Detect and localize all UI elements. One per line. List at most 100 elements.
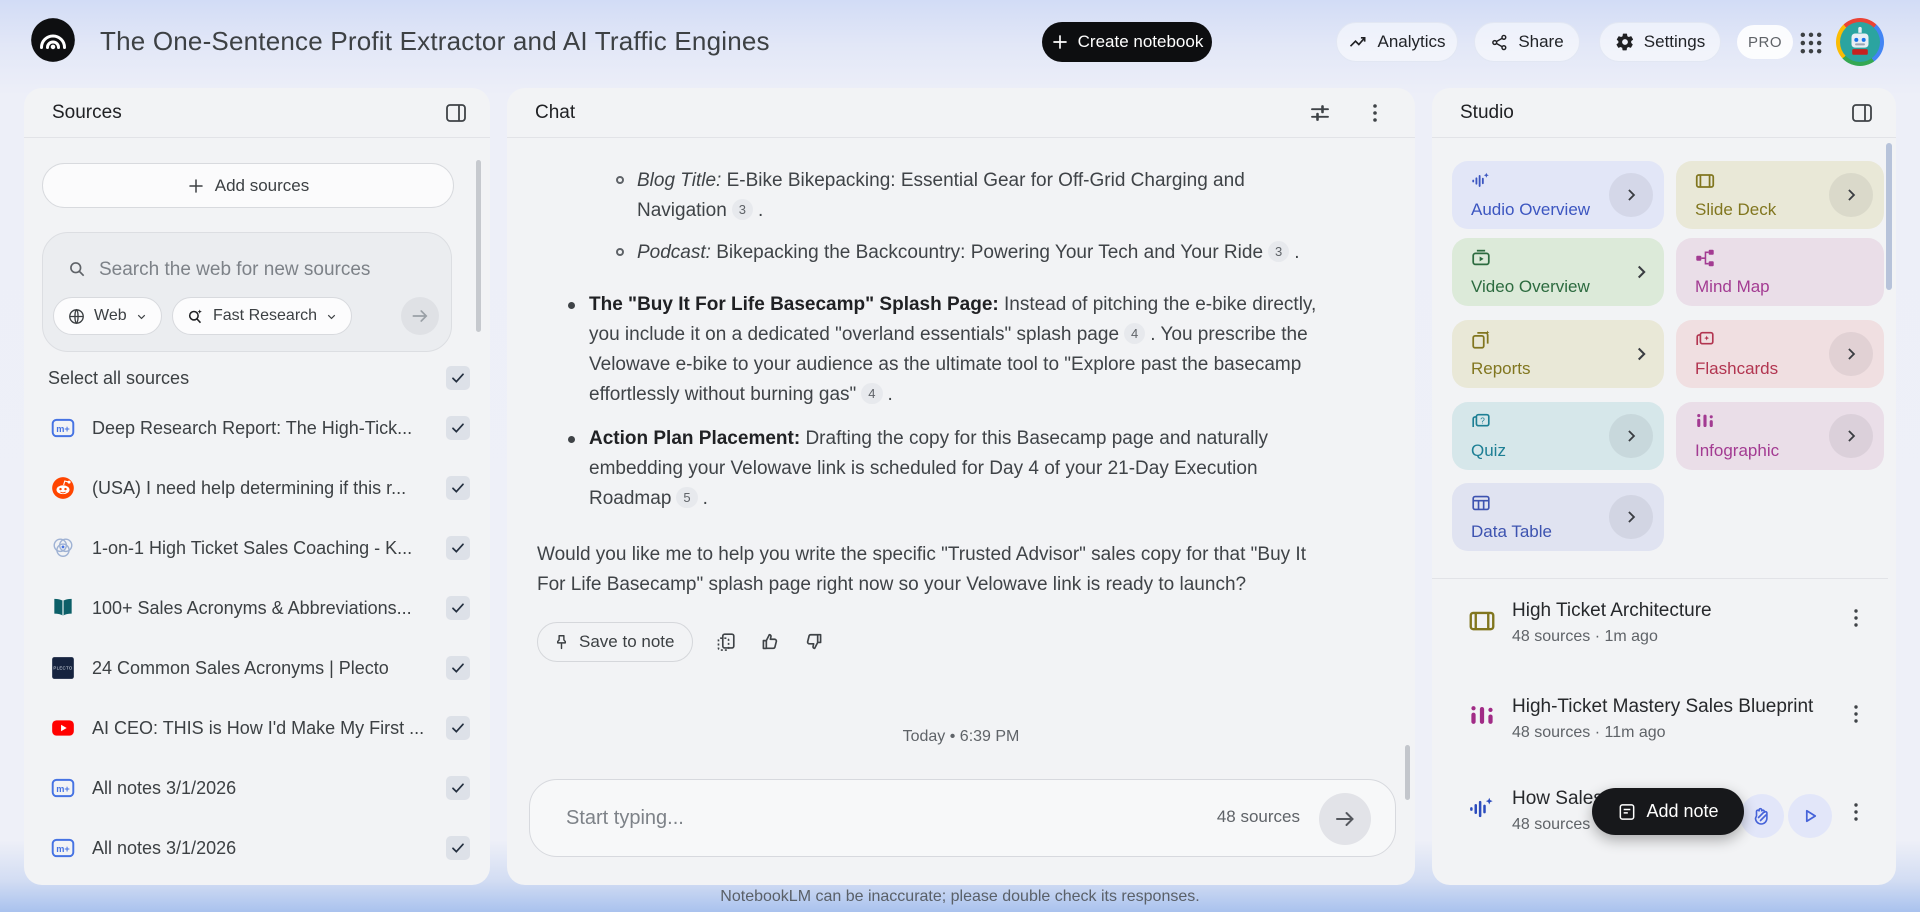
- user-avatar[interactable]: [1836, 18, 1884, 66]
- sources-panel: Sources Add sources Search the web for n…: [24, 88, 490, 885]
- reddit-icon: [50, 475, 76, 501]
- search-submit-button[interactable]: [401, 297, 439, 335]
- add-note-button[interactable]: Add note: [1592, 788, 1744, 835]
- citation-chip[interactable]: 3: [1268, 241, 1290, 262]
- plus-icon: [187, 177, 205, 195]
- flashcards-icon: [1694, 329, 1716, 351]
- source-checkbox[interactable]: [446, 476, 470, 500]
- sub-bullet-text: Podcast: Bikepacking the Backcountry: Po…: [637, 241, 1300, 263]
- audio-waveform-icon: [1470, 170, 1492, 192]
- pin-icon: [552, 633, 571, 652]
- collapse-panel-icon[interactable]: [1850, 101, 1874, 125]
- select-all-row: Select all sources: [48, 366, 470, 390]
- create-notebook-button[interactable]: Create notebook: [1042, 22, 1212, 62]
- collapse-panel-icon[interactable]: [444, 101, 468, 125]
- tile-audio-overview[interactable]: Audio Overview: [1452, 161, 1664, 229]
- chevron-right-icon[interactable]: [1829, 173, 1873, 217]
- tile-video-overview[interactable]: Video Overview: [1452, 238, 1664, 306]
- play-audio-button[interactable]: [1788, 794, 1832, 838]
- source-row[interactable]: m+ Deep Research Report: The High-Tick..…: [24, 398, 490, 458]
- svg-text:PLECTO: PLECTO: [53, 666, 72, 671]
- plecto-icon: PLECTO: [50, 655, 76, 681]
- source-row[interactable]: (USA) I need help determining if this r.…: [24, 458, 490, 518]
- citation-chip[interactable]: 4: [861, 383, 883, 404]
- sources-scrollbar[interactable]: [476, 160, 481, 332]
- source-checkbox[interactable]: [446, 776, 470, 800]
- source-checkbox[interactable]: [446, 656, 470, 680]
- source-checkbox[interactable]: [446, 536, 470, 560]
- play-icon: [1799, 805, 1821, 827]
- chevron-right-icon[interactable]: [1609, 414, 1653, 458]
- chevron-right-icon[interactable]: [1630, 261, 1652, 283]
- tile-flashcards[interactable]: Flashcards: [1676, 320, 1884, 388]
- quiz-icon: ?: [1470, 411, 1492, 433]
- share-icon: [1490, 33, 1509, 52]
- save-to-note-button[interactable]: Save to note: [537, 622, 694, 662]
- tile-data-table[interactable]: Data Table: [1452, 483, 1664, 551]
- item-menu-icon[interactable]: [1844, 702, 1868, 726]
- citation-chip[interactable]: 4: [1124, 323, 1146, 344]
- chevron-right-icon[interactable]: [1609, 173, 1653, 217]
- analytics-button[interactable]: Analytics: [1336, 22, 1458, 62]
- chevron-right-icon[interactable]: [1829, 332, 1873, 376]
- chat-input-box: 48 sources: [529, 779, 1396, 857]
- pro-badge: PRO: [1737, 25, 1793, 59]
- studio-item[interactable]: High Ticket Architecture 48 sources · 1m…: [1432, 594, 1896, 684]
- research-mode-dropdown[interactable]: Fast Research: [172, 297, 353, 335]
- thumbs-up-icon[interactable]: [759, 631, 781, 653]
- tile-quiz[interactable]: ? Quiz: [1452, 402, 1664, 470]
- source-checkbox[interactable]: [446, 596, 470, 620]
- web-source-dropdown[interactable]: Web: [53, 297, 162, 335]
- add-sources-button[interactable]: Add sources: [42, 163, 454, 208]
- source-checkbox[interactable]: [446, 416, 470, 440]
- google-apps-grid-icon[interactable]: [1797, 29, 1825, 57]
- notebook-title[interactable]: The One-Sentence Profit Extractor and AI…: [100, 26, 770, 57]
- studio-scrollbar[interactable]: [1886, 143, 1892, 290]
- tune-settings-icon[interactable]: [1308, 101, 1332, 125]
- tile-infographic[interactable]: Infographic: [1676, 402, 1884, 470]
- more-vertical-icon[interactable]: [1363, 101, 1387, 125]
- chat-closing-question: Would you like me to help you write the …: [537, 544, 1306, 595]
- settings-button[interactable]: Settings: [1599, 22, 1721, 62]
- send-message-button[interactable]: [1319, 793, 1371, 845]
- source-row[interactable]: AI CEO: THIS is How I'd Make My First ..…: [24, 698, 490, 758]
- source-row[interactable]: m+ All notes 3/1/2026: [24, 818, 490, 878]
- tile-reports[interactable]: Reports: [1452, 320, 1664, 388]
- source-row[interactable]: PLECTO 24 Common Sales Acronyms | Plecto: [24, 638, 490, 698]
- source-row[interactable]: 100+ Sales Acronyms & Abbreviations...: [24, 578, 490, 638]
- chat-timestamp: Today • 6:39 PM: [902, 728, 1020, 745]
- tile-slide-deck[interactable]: Slide Deck: [1676, 161, 1884, 229]
- app-header: The One-Sentence Profit Extractor and AI…: [0, 0, 1920, 88]
- item-menu-icon[interactable]: [1844, 606, 1868, 630]
- item-menu-icon[interactable]: [1844, 800, 1868, 824]
- chat-scrollbar[interactable]: [1405, 745, 1410, 800]
- chevron-right-icon[interactable]: [1609, 495, 1653, 539]
- share-button[interactable]: Share: [1474, 22, 1580, 62]
- source-checkbox[interactable]: [446, 836, 470, 860]
- disclaimer-text: NotebookLM can be inaccurate; please dou…: [720, 888, 1200, 905]
- chevron-right-icon[interactable]: [1630, 343, 1652, 365]
- citation-chip[interactable]: 3: [731, 199, 754, 220]
- bullet-ring-marker: [616, 248, 624, 256]
- web-search-box[interactable]: Search the web for new sources Web Fast …: [42, 232, 452, 352]
- thumbs-down-icon[interactable]: [803, 631, 825, 653]
- globe-icon: [67, 307, 86, 326]
- interactive-mode-button[interactable]: [1740, 794, 1784, 838]
- chat-header: Chat: [507, 88, 1415, 138]
- chat-sub-bullet: Blog Title: E-Bike Bikepacking: Essentia…: [616, 166, 1330, 226]
- copy-icon[interactable]: [715, 631, 737, 653]
- citation-chip[interactable]: 5: [676, 487, 698, 508]
- chat-message: Blog Title: E-Bike Bikepacking: Essentia…: [537, 166, 1330, 662]
- note-icon: [1617, 802, 1637, 822]
- source-row[interactable]: m+ All notes 3/1/2026: [24, 758, 490, 818]
- chat-text-input[interactable]: [566, 780, 1166, 856]
- source-checkbox[interactable]: [446, 716, 470, 740]
- source-row[interactable]: 1-on-1 High Ticket Sales Coaching - K...: [24, 518, 490, 578]
- chevron-right-icon[interactable]: [1829, 414, 1873, 458]
- select-all-checkbox[interactable]: [446, 366, 470, 390]
- hand-icon: [1750, 804, 1774, 828]
- tile-mind-map[interactable]: Mind Map: [1676, 238, 1884, 306]
- studio-item[interactable]: High-Ticket Mastery Sales Blueprint 48 s…: [1432, 690, 1896, 780]
- notebooklm-logo-icon[interactable]: [30, 17, 76, 63]
- search-input[interactable]: Search the web for new sources: [99, 259, 370, 281]
